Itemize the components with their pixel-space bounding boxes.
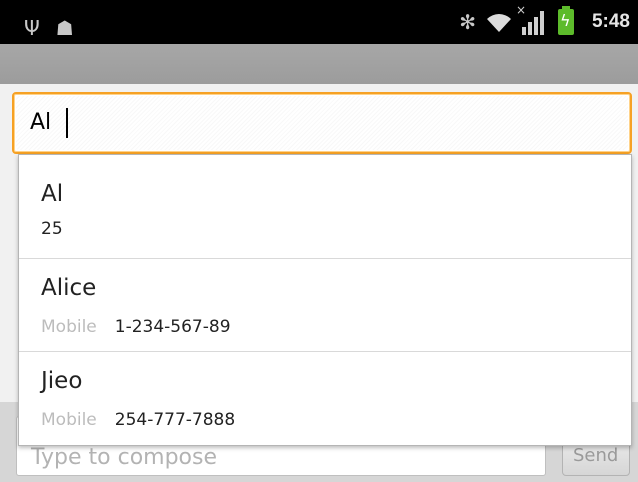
recipient-field[interactable]: Al (12, 92, 632, 154)
suggestion-detail: 254-777-7888 (114, 410, 236, 430)
suggestion-detail-line: Mobile 254-777-7888 (41, 410, 235, 430)
wifi-icon (486, 14, 511, 33)
signal-icon: × (516, 3, 546, 35)
suggestion-name: Jieo (41, 368, 83, 394)
suggestion-name: Al (41, 181, 64, 207)
suggestion-item[interactable]: Jieo Mobile 254-777-7888 (19, 352, 631, 444)
suggestion-phone-type: Mobile (41, 410, 97, 430)
suggestion-detail-line: 25 (41, 219, 63, 239)
suggestion-detail-line: Mobile 1-234-567-89 (41, 317, 231, 337)
charging-bolt-icon: ϟ (559, 11, 571, 30)
recipient-input-value[interactable]: Al (30, 110, 51, 135)
status-bar: Ψ ☗ ✻ × ϟ 5:48 (0, 0, 638, 44)
no-data-icon: × (515, 3, 527, 17)
suggestion-name: Alice (41, 275, 97, 301)
title-bar (0, 44, 638, 84)
suggestion-detail: 1-234-567-89 (114, 317, 231, 337)
battery-charging-icon: ϟ (557, 6, 574, 35)
suggestion-phone-type: Mobile (41, 317, 97, 337)
contact-suggestion-dropdown: Al 25 Alice Mobile 1-234-567-89 Jieo Mobi… (18, 154, 632, 446)
suggestion-detail: 25 (41, 219, 63, 239)
bluetooth-icon: ✻ (459, 10, 476, 34)
suggestion-item[interactable]: Alice Mobile 1-234-567-89 (19, 259, 631, 352)
compose-placeholder: Type to compose (31, 445, 218, 470)
send-button-label: Send (573, 445, 619, 466)
recipient-field-inner (16, 96, 628, 150)
suggestion-item[interactable]: Al 25 (19, 155, 631, 259)
text-caret (66, 108, 68, 138)
status-clock: 5:48 (591, 11, 630, 32)
status-right-icons: ✻ × ϟ 5:48 (459, 0, 634, 44)
